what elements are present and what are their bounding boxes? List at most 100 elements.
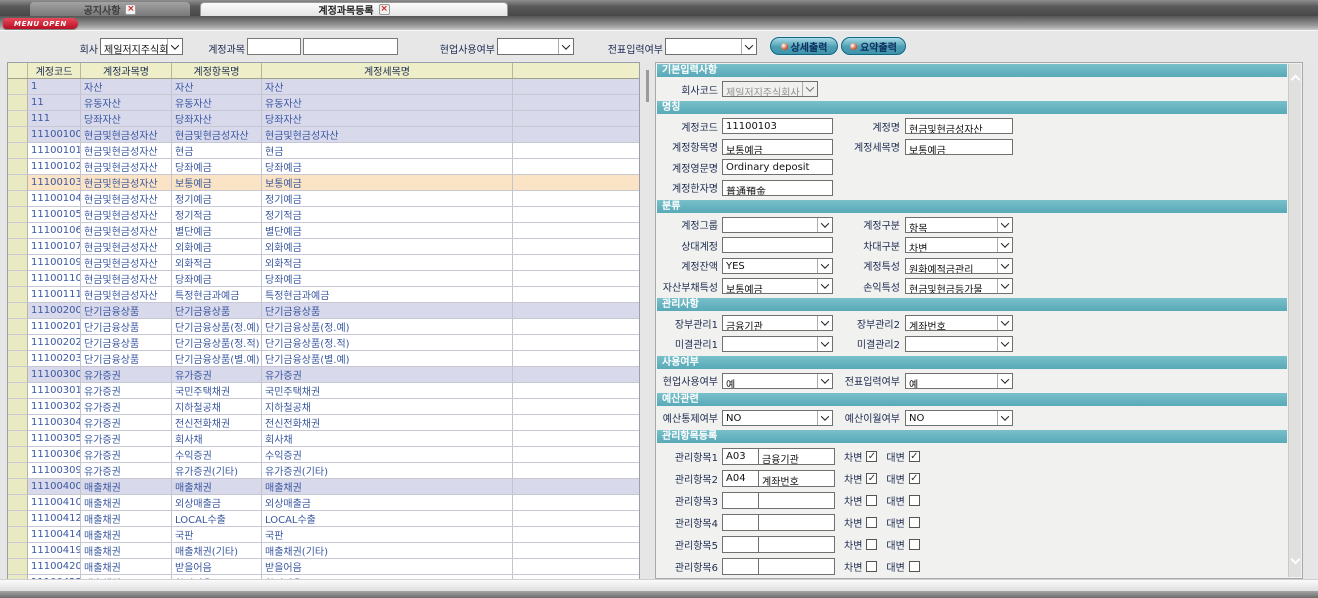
- scroll-down-icon[interactable]: [1292, 556, 1299, 563]
- mgmt-item-2-name-input[interactable]: 계좌번호: [759, 470, 835, 487]
- table-row[interactable]: 11100302유가증권지하철공채지하철공채: [8, 399, 639, 415]
- row-selector-cell[interactable]: [8, 159, 28, 174]
- table-row[interactable]: 11100301유가증권국민주택채권국민주택채권: [8, 383, 639, 399]
- table-vertical-scrollbar[interactable]: [641, 62, 654, 579]
- table-row[interactable]: 11100110현금및현금성자산당좌예금당좌예금: [8, 271, 639, 287]
- table-row[interactable]: 1자산자산자산: [8, 79, 639, 95]
- table-row[interactable]: 11100414매출채권국판국판: [8, 527, 639, 543]
- row-selector-cell[interactable]: [8, 543, 28, 558]
- table-row[interactable]: 11100300유가증권유가증권유가증권: [8, 367, 639, 383]
- mgmt-item-4-debit-checkbox[interactable]: [866, 517, 877, 528]
- mgmt-item-5-code-input[interactable]: [722, 536, 759, 553]
- account-group-select[interactable]: [722, 217, 833, 233]
- table-row[interactable]: 11100109현금및현금성자산외화적금외화적금: [8, 255, 639, 271]
- account-type-select[interactable]: 항목: [905, 217, 1013, 233]
- account-detail-name-input[interactable]: 보통예금: [905, 139, 1013, 155]
- table-row[interactable]: 11100309유가증권유가증권(기타)유가증권(기타): [8, 463, 639, 479]
- row-selector-cell[interactable]: [8, 271, 28, 286]
- table-row[interactable]: 11100305유가증권회사채회사채: [8, 431, 639, 447]
- mgmt-item-2-credit-checkbox[interactable]: ✓: [909, 473, 920, 484]
- table-row[interactable]: 11100201단기금융상품단기금융상품(정.예)단기금융상품(정.예): [8, 319, 639, 335]
- mgmt-item-1-code-input[interactable]: A03: [722, 448, 759, 465]
- row-selector-cell[interactable]: [8, 175, 28, 190]
- table-row[interactable]: 11100105현금및현금성자산정기적금정기적금: [8, 207, 639, 223]
- row-selector-cell[interactable]: [8, 415, 28, 430]
- mgmt-item-3-code-input[interactable]: [722, 492, 759, 509]
- account-balance-select[interactable]: YES: [722, 258, 833, 274]
- table-row[interactable]: 111당좌자산당좌자산당좌자산: [8, 111, 639, 127]
- table-row[interactable]: 11100202단기금융상품단기금융상품(정.적)단기금융상품(정.적): [8, 335, 639, 351]
- row-selector-cell[interactable]: [8, 127, 28, 142]
- row-selector-cell[interactable]: [8, 335, 28, 350]
- scroll-up-icon[interactable]: [1292, 76, 1299, 83]
- row-selector-cell[interactable]: [8, 527, 28, 542]
- column-header-account-code[interactable]: 계정코드: [28, 63, 81, 78]
- table-row[interactable]: 11100420매출채권받을어음받을어음: [8, 559, 639, 575]
- profit-loss-attribute-select[interactable]: 현금및현금등가물: [905, 278, 1013, 294]
- account-chinese-name-input[interactable]: 普通預金: [722, 180, 833, 196]
- column-header-item-name[interactable]: 계정항목명: [172, 63, 262, 78]
- slip-entry-select[interactable]: [665, 38, 757, 55]
- row-selector-cell[interactable]: [8, 79, 28, 94]
- table-row[interactable]: 11100107현금및현금성자산외화예금외화예금: [8, 239, 639, 255]
- table-row[interactable]: 11100100현금및현금성자산현금및현금성자산현금및현금성자산: [8, 127, 639, 143]
- budget-carryover-yn-select[interactable]: NO: [905, 410, 1013, 426]
- row-selector-cell[interactable]: [8, 511, 28, 526]
- account-attribute-select[interactable]: 원화예적금관리: [905, 258, 1013, 274]
- row-selector-cell[interactable]: [8, 367, 28, 382]
- account-name-input[interactable]: 현금및현금성자산: [905, 118, 1013, 134]
- mgmt-item-6-credit-checkbox[interactable]: [909, 561, 920, 572]
- counter-account-input[interactable]: [722, 237, 833, 253]
- open-item-mgmt-2-select[interactable]: [905, 336, 1013, 352]
- tab-close-icon[interactable]: ×: [125, 4, 136, 15]
- row-selector-cell[interactable]: [8, 95, 28, 110]
- summary-print-button[interactable]: 요약출력: [841, 37, 906, 55]
- row-selector-cell[interactable]: [8, 143, 28, 158]
- row-selector-cell[interactable]: [8, 479, 28, 494]
- table-row[interactable]: 11100419매출채권매출채권(기타)매출채권(기타): [8, 543, 639, 559]
- table-row[interactable]: 11100106현금및현금성자산별단예금별단예금: [8, 223, 639, 239]
- mgmt-item-3-name-input[interactable]: [759, 492, 835, 509]
- mgmt-item-2-debit-checkbox[interactable]: ✓: [866, 473, 877, 484]
- table-row[interactable]: 11100104현금및현금성자산정기예금정기예금: [8, 191, 639, 207]
- row-selector-cell[interactable]: [8, 431, 28, 446]
- mgmt-item-4-credit-checkbox[interactable]: [909, 517, 920, 528]
- account-english-name-input[interactable]: Ordinary deposit: [722, 159, 833, 175]
- row-selector-cell[interactable]: [8, 463, 28, 478]
- tab-close-icon[interactable]: ×: [379, 4, 390, 15]
- row-selector-cell[interactable]: [8, 399, 28, 414]
- table-row[interactable]: 11100410매출채권외상매출금외상매출금: [8, 495, 639, 511]
- table-row[interactable]: 11100103현금및현금성자산보통예금보통예금: [8, 175, 639, 191]
- row-selector-cell[interactable]: [8, 447, 28, 462]
- account-code-input[interactable]: [247, 38, 301, 55]
- slip-entry-yn-select[interactable]: 예: [905, 373, 1013, 389]
- mgmt-item-6-debit-checkbox[interactable]: [866, 561, 877, 572]
- mgmt-item-2-code-input[interactable]: A04: [722, 470, 759, 487]
- debit-credit-type-select[interactable]: 차변: [905, 237, 1013, 253]
- table-row[interactable]: 11100304유가증권전신전화채권전신전화채권: [8, 415, 639, 431]
- row-selector-cell[interactable]: [8, 319, 28, 334]
- row-selector-cell[interactable]: [8, 239, 28, 254]
- column-header-detail-name[interactable]: 계정세목명: [262, 63, 513, 78]
- table-row[interactable]: 11100101현금및현금성자산현금현금: [8, 143, 639, 159]
- column-header-account-name[interactable]: 계정과목명: [81, 63, 172, 78]
- account-item-name-input[interactable]: 보통예금: [722, 139, 833, 155]
- mgmt-item-5-credit-checkbox[interactable]: [909, 539, 920, 550]
- row-selector-cell[interactable]: [8, 287, 28, 302]
- table-row[interactable]: 11100306유가증권수익증권수익증권: [8, 447, 639, 463]
- mgmt-item-1-debit-checkbox[interactable]: ✓: [866, 451, 877, 462]
- asset-liability-attribute-select[interactable]: 보통예금: [722, 278, 833, 294]
- open-item-mgmt-1-select[interactable]: [722, 336, 833, 352]
- company-select[interactable]: 제일저지주식회사: [100, 38, 183, 55]
- tab-notice[interactable]: 공지사항 ×: [30, 2, 190, 16]
- row-selector-cell[interactable]: [8, 255, 28, 270]
- ledger-mgmt-2-select[interactable]: 계좌번호: [905, 315, 1013, 331]
- row-selector-cell[interactable]: [8, 303, 28, 318]
- scrollbar-thumb[interactable]: [646, 70, 649, 102]
- row-selector-cell[interactable]: [8, 207, 28, 222]
- row-selector-cell[interactable]: [8, 495, 28, 510]
- account-name-input[interactable]: [303, 38, 398, 55]
- mgmt-item-3-debit-checkbox[interactable]: [866, 495, 877, 506]
- mgmt-item-1-credit-checkbox[interactable]: ✓: [909, 451, 920, 462]
- mgmt-item-6-name-input[interactable]: [759, 558, 835, 575]
